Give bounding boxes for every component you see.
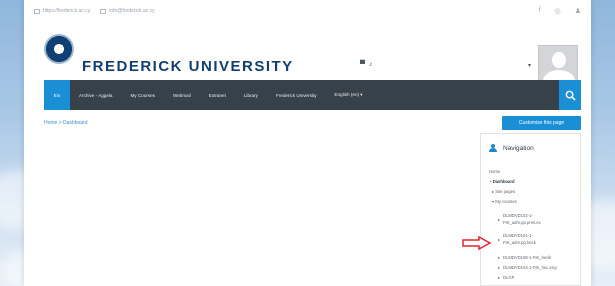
chevron-down-icon: ▾: [492, 199, 495, 204]
nav-item[interactable]: My Courses: [121, 93, 164, 98]
breadcrumb[interactable]: Home > Dashboard: [44, 120, 88, 126]
avatar[interactable]: [538, 45, 578, 83]
nav-item[interactable]: Extranet: [200, 93, 235, 98]
chevron-right-icon: ▸: [498, 217, 501, 222]
phone-icon: [34, 8, 40, 14]
nav-course-item[interactable]: ▸ DLMDVD103-1-FIK_hec.eng: [498, 265, 557, 270]
bell-icon[interactable]: ♪: [369, 61, 377, 68]
instagram-icon[interactable]: ◎: [555, 7, 561, 15]
nav-tree-my-courses[interactable]: ▾ My courses: [492, 199, 517, 204]
nav-course-item[interactable]: ▸ DLMDVD108-1-FIK_hecik: [498, 255, 551, 260]
chevron-right-icon: ▸: [492, 189, 495, 194]
chevron-right-icon: ▸: [498, 255, 501, 260]
customise-page-button[interactable]: Customise this page: [502, 116, 581, 130]
nav-item[interactable]: Library: [235, 93, 267, 98]
website-link[interactable]: https://frederick.ac.cy: [34, 8, 90, 14]
university-logo[interactable]: [44, 34, 74, 64]
nav-course-item[interactable]: ▸ DLMDVD102-1- FIK_adm.pp.pres.ex: [498, 213, 541, 225]
navigation-block-header: Navigation: [481, 134, 580, 152]
nav-tree-home[interactable]: Home: [489, 169, 500, 174]
dashboard-icon: ◔: [489, 179, 492, 184]
facebook-icon[interactable]: f: [539, 7, 541, 15]
nav-tree-site-pages[interactable]: ▸ Site pages: [492, 189, 515, 194]
nav-course-item[interactable]: ▸ DLMDVD101-1- FIK_adm.pp.heck: [498, 233, 536, 245]
pointer-arrow-icon: [462, 236, 492, 250]
navigation-title: Navigation: [503, 144, 534, 152]
chevron-right-icon: ▸: [498, 275, 501, 280]
search-button[interactable]: [559, 80, 581, 110]
nav-item[interactable]: Frederick University: [267, 93, 326, 98]
main-navbar: Ein Archive - Aggela My Courses Webmail Ext…: [44, 80, 581, 110]
nav-tree-dashboard[interactable]: ◔ Dashboard: [489, 179, 515, 184]
top-bar: https://frederick.ac.cy info@frederick.a…: [24, 0, 591, 22]
email-link[interactable]: info@frederick.ac.cy: [100, 8, 155, 14]
chevron-right-icon: ▸: [498, 265, 501, 270]
page: https://frederick.ac.cy info@frederick.a…: [24, 0, 591, 286]
site-brand[interactable]: FREDERICK UNIVERSITY: [82, 58, 294, 75]
nav-item[interactable]: Webmail: [164, 93, 200, 98]
user-icon[interactable]: ♟: [575, 7, 581, 15]
nav-item[interactable]: Archive - Aggela: [70, 93, 121, 98]
mail-icon: [100, 8, 107, 14]
navigation-tree: Home ◔ Dashboard ▸ Site pages ▾ My cours…: [481, 152, 580, 279]
nav-item[interactable]: English (en) ▾: [326, 92, 372, 98]
user-menu-caret[interactable]: ▾: [528, 62, 531, 69]
search-icon: [565, 90, 576, 101]
nav-home[interactable]: Ein: [44, 80, 70, 110]
nav-course-item[interactable]: ▸ DLGP: [498, 275, 514, 280]
chevron-right-icon: ▸: [498, 237, 501, 242]
nav-items: Archive - Aggela My Courses Webmail Extrane…: [70, 92, 372, 98]
social-links: f ◎ ♟: [539, 7, 581, 15]
chat-icon[interactable]: ▀: [360, 61, 369, 68]
navigation-block: Navigation Home ◔ Dashboard ▸ Site pages…: [480, 133, 581, 286]
header-icons: ▀♪: [360, 61, 376, 68]
header: FREDERICK UNIVERSITY ▀♪ ▾: [24, 22, 591, 83]
sitemap-icon: [489, 144, 497, 152]
